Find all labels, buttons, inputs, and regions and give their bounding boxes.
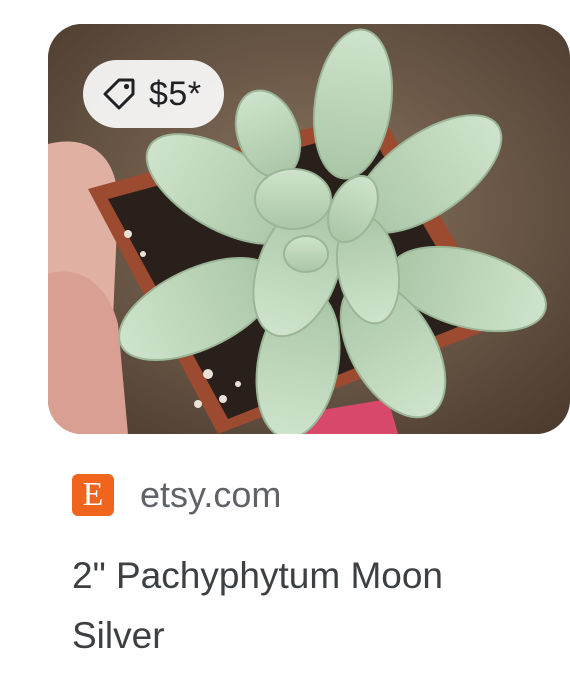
price-badge: $5* [83,60,224,128]
product-result-card[interactable]: $5* E etsy.com 2" Pachyphytum Moon Silve… [0,0,570,692]
tag-icon [101,76,137,112]
source-domain[interactable]: etsy.com [140,474,281,516]
source-row[interactable]: E etsy.com [72,474,281,516]
price-text: $5* [149,74,202,113]
etsy-favicon-icon: E [72,474,114,516]
product-title[interactable]: 2" Pachyphytum Moon Silver [72,546,542,666]
